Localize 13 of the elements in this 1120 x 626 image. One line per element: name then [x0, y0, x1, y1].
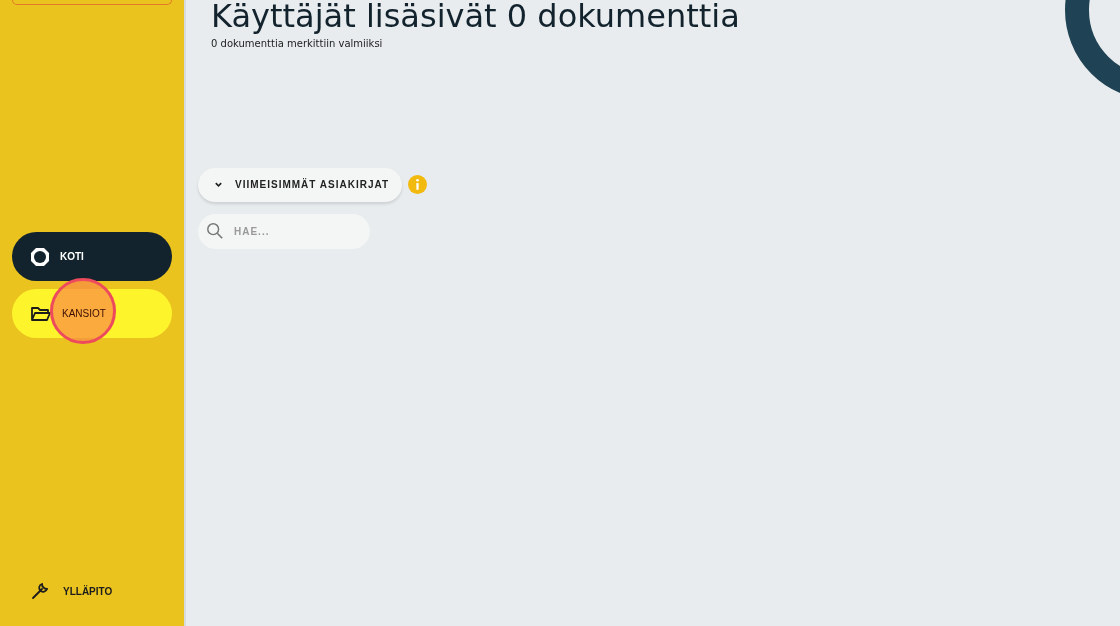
search-icon	[206, 221, 224, 240]
info-icon[interactable]	[408, 175, 428, 195]
wrench-icon	[30, 581, 50, 601]
search-field[interactable]: HAE...	[198, 213, 370, 249]
nav-item[interactable]: KOTI	[12, 232, 172, 281]
folder-icon	[30, 304, 52, 323]
admin-link[interactable]: YLLÄPITO	[12, 581, 172, 601]
page-title: Käyttäjät lisäsivät 0 dokumenttia	[211, 0, 741, 37]
chevron-icon	[214, 180, 223, 190]
recent-documents-toggle[interactable]: VIIMEISIMMÄT ASIAKIRJAT	[198, 167, 403, 202]
octagon-ring-icon	[30, 246, 50, 267]
page-subtitle: 0 dokumenttia merkittiin valmiiksi	[211, 37, 384, 49]
admin-label: YLLÄPITO	[63, 585, 113, 597]
